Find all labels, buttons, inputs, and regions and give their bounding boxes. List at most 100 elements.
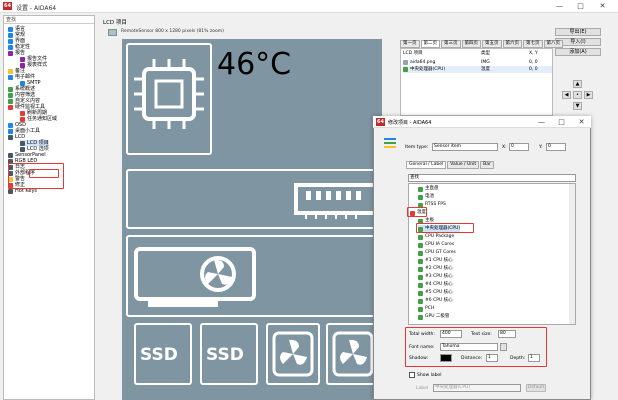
sensor-tree-item[interactable]: CPU Package [418,233,454,241]
y-label: Y: [539,145,543,150]
move-center-button[interactable]: • [573,91,582,99]
sensor-item-label: 主直盘 [425,186,439,191]
tab-general-label[interactable]: General / Label [406,161,447,169]
tab-page-7[interactable]: 第七页 [523,40,543,48]
sidebar-item-icon [20,62,25,68]
sensor-item-icon [418,282,423,288]
sensor-tree-item[interactable]: #5 CPU 核心 [418,289,453,297]
sidebar-search-input[interactable]: 查找 [4,16,94,24]
sensor-item-icon [418,250,423,256]
tab-page-5[interactable]: 第五页 [482,40,502,48]
sidebar-item-icon [8,86,13,92]
sidebar-item-label: 报表样式 [27,62,48,68]
sidebar-item-icon [8,74,13,80]
sidebar-item-icon [8,92,13,98]
dialog-app-icon: 64 [376,118,385,126]
maximize-button[interactable]: □ [572,0,589,13]
font-name-field[interactable]: Tahoma [440,343,498,351]
tab-value-unit[interactable]: Value / Unit [447,161,480,169]
tab-page-6[interactable]: 第六页 [502,40,522,48]
dialog-maximize-button[interactable]: □ [553,116,570,128]
sensor-item-icon [418,194,423,200]
sensor-item-icon [418,290,423,296]
sensor-item-icon [418,274,423,280]
minimize-button[interactable]: — [551,0,568,13]
text-size-field[interactable]: 80 [498,330,516,338]
add-button[interactable]: 添加(A) [555,48,601,56]
show-label-checkbox[interactable] [409,372,415,378]
sidebar-item-icon [8,188,13,194]
text-size-label: Text size: [471,332,492,337]
depth-field[interactable]: 1 [528,354,540,362]
sensor-item-label: #3 CPU 核心 [425,274,453,279]
temperature-readout[interactable]: 46°C [217,47,291,82]
depth-label: Depth: [510,356,526,361]
x-field[interactable]: 0 [509,143,529,151]
sensor-tree-item[interactable]: #2 CPU 核心 [418,265,453,273]
list-header-xy[interactable]: X, Y [529,50,538,57]
sensor-item-icon [418,298,423,304]
window-title: 设置 - AIDA64 [16,5,57,12]
sidebar-item-icon [20,116,25,122]
shadow-color-swatch[interactable] [440,354,452,362]
sidebar-item-icon [8,50,13,56]
sensor-tree-scrollbar[interactable] [569,184,575,324]
sensor-icon [403,67,408,72]
dialog-minimize-button[interactable]: — [533,116,550,128]
sensor-tree-item[interactable]: PCH [418,305,434,313]
lcd-item-list: LCD 项目 类型 X, Y aida64.png IMG 0, 0 中央处理器… [400,48,553,116]
dialog-close-button[interactable]: ✕ [573,116,590,128]
sensor-tree-item[interactable]: GPU 二极管 [418,313,449,321]
sensor-tree-item[interactable]: CPU GT Cores [418,249,456,257]
sensor-item-label: #4 CPU 核心 [425,282,453,287]
y-field[interactable]: 0 [546,143,566,151]
label-caption: Label [416,386,429,391]
sensor-tree-item[interactable]: #6 CPU 核心 [418,297,453,305]
sensor-tree-item[interactable]: 主直盘 [418,185,439,193]
sensor-tree-item[interactable]: CPU IA Cores [418,241,454,249]
distance-field[interactable]: 1 [486,354,498,362]
lcd-preview-canvas[interactable]: SSD SSD [122,39,382,400]
move-right-button[interactable]: ▶ [584,91,593,99]
tab-bar[interactable]: Bar [480,161,494,169]
sensor-item-label: 电池 [425,194,434,199]
memory-tile [126,169,380,229]
move-left-button[interactable]: ◀ [562,91,571,99]
shadow-label: Shadow: [409,356,429,361]
label-text-field[interactable]: 中央处理器(CPU) [433,384,521,392]
sensor-tree-item[interactable]: #4 CPU 核心 [418,281,453,289]
aida64-app-icon: 64 [3,2,12,10]
page-tabs: 第一页 第二页 第三页 第四页 第五页 第六页 第七页 第八页 [400,40,563,48]
total-width-field[interactable]: 400 [440,330,462,338]
sensor-tree-item[interactable]: #3 CPU 核心 [418,273,453,281]
tab-page-4[interactable]: 第四页 [461,40,481,48]
tab-page-2[interactable]: 第二页 [420,40,440,48]
fan-icon [332,331,374,377]
ssd-tile-1: SSD [134,323,192,385]
cpu-chip-icon [134,59,204,129]
sensor-search-input[interactable]: 查找 [408,174,576,182]
list-header-name[interactable]: LCD 项目 [403,50,423,57]
sensor-item-label: CPU GT Cores [425,250,456,255]
font-picker-button[interactable] [500,343,507,351]
sidebar-item-icon [20,56,25,62]
tab-page-8[interactable]: 第八页 [543,40,563,48]
item-type-select[interactable]: Sensor item [432,143,498,151]
sidebar-item-icon [8,104,13,110]
sensor-tree-item[interactable]: 电池 [418,193,434,201]
sensor-item-label: #5 CPU 核心 [425,290,453,295]
graphics-card-icon [134,247,256,307]
tab-page-3[interactable]: 第三页 [441,40,461,48]
sensor-type-icon [384,138,396,148]
move-up-button[interactable]: ▲ [573,80,582,88]
tab-page-1[interactable]: 第一页 [400,40,420,48]
export-button[interactable]: 导出(E) [555,28,601,36]
sensor-tree-item[interactable]: #1 CPU 核心 [418,257,453,265]
list-header-type[interactable]: 类型 [481,50,490,57]
move-down-button[interactable]: ▼ [573,102,582,110]
close-button[interactable]: ✕ [594,0,611,13]
table-row[interactable]: aida64.png [403,59,435,66]
sidebar-item-icon [8,152,13,158]
sidebar-item-icon [20,80,25,86]
default-button[interactable]: Default [526,384,546,392]
